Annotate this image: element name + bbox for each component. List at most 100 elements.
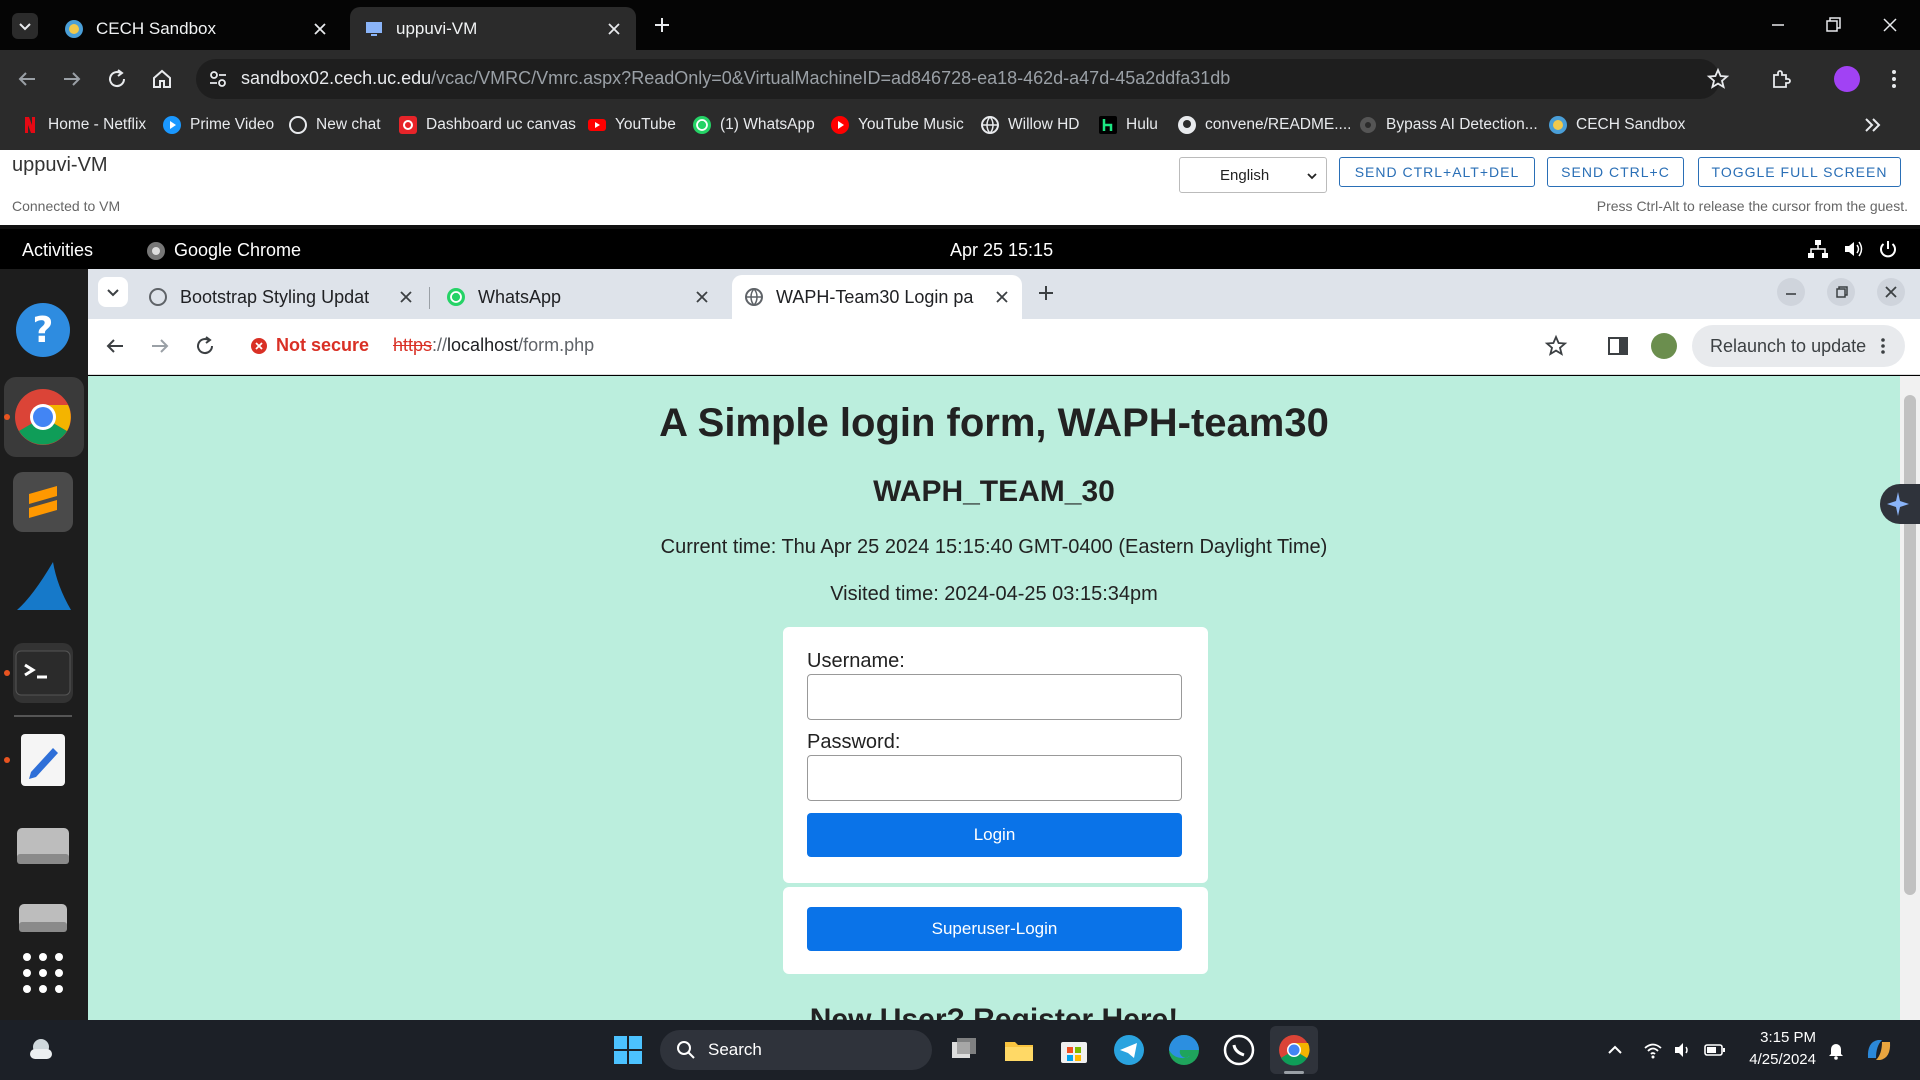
bookmark-github-convene[interactable]: convene/README.... <box>1177 113 1351 137</box>
close-icon[interactable] <box>606 21 622 37</box>
inner-minimize-button[interactable] <box>1777 278 1805 306</box>
home-icon[interactable] <box>150 67 174 91</box>
inner-tab-login[interactable]: WAPH-Team30 Login pa <box>732 275 1022 319</box>
windows-start-icon[interactable] <box>612 1034 644 1066</box>
new-tab-plus-icon[interactable] <box>1036 283 1056 303</box>
ubuntu-clock[interactable]: Apr 25 15:15 <box>950 240 1053 261</box>
close-icon[interactable] <box>312 21 328 37</box>
dock-text-editor[interactable] <box>13 730 73 790</box>
bookmark-new-chat[interactable]: New chat <box>288 113 381 137</box>
chatgpt-icon <box>289 116 307 134</box>
close-icon[interactable] <box>694 289 710 305</box>
microsoft-store-icon[interactable] <box>1058 1034 1090 1066</box>
bookmark-label: Hulu <box>1126 116 1158 133</box>
new-tab-plus-icon[interactable] <box>652 15 672 35</box>
app-menu[interactable]: Google Chrome <box>146 240 301 261</box>
network-icon[interactable] <box>1807 239 1829 259</box>
taskbar-time[interactable]: 3:15 PM <box>1756 1029 1816 1046</box>
inner-tab-search-button[interactable] <box>98 277 128 307</box>
taskbar-date[interactable]: 4/25/2024 <box>1736 1051 1816 1068</box>
bookmark-netflix[interactable]: Home - Netflix <box>20 113 146 137</box>
show-applications[interactable] <box>13 943 73 1003</box>
volume-icon[interactable] <box>1843 239 1865 259</box>
back-arrow-icon[interactable] <box>15 67 39 91</box>
speaker-icon[interactable] <box>1673 1040 1693 1060</box>
power-icon[interactable] <box>1878 239 1898 259</box>
outer-tab-uppuvi-vm[interactable]: uppuvi-VM <box>350 7 636 50</box>
inner-tab-bootstrap[interactable]: Bootstrap Styling Updat <box>136 275 426 319</box>
bookmark-youtube-music[interactable]: YouTube Music <box>830 113 964 137</box>
profile-avatar[interactable] <box>1834 66 1860 92</box>
wifi-icon[interactable] <box>1643 1040 1663 1060</box>
edge-icon[interactable] <box>1168 1034 1200 1066</box>
chevron-up-icon[interactable] <box>1606 1041 1624 1059</box>
inner-profile-avatar[interactable] <box>1651 333 1677 359</box>
bookmark-willow-hd[interactable]: Willow HD <box>980 113 1079 137</box>
tab-search-button[interactable] <box>12 13 38 39</box>
weather-cloud-icon[interactable] <box>26 1036 56 1064</box>
bookmark-hulu[interactable]: Hulu <box>1098 113 1158 137</box>
dock-drive[interactable] <box>13 816 73 876</box>
scrollbar-thumb[interactable] <box>1904 395 1916 895</box>
globe-favicon-icon <box>65 19 83 38</box>
notification-bell-icon[interactable] <box>1826 1040 1846 1060</box>
task-view-icon[interactable] <box>948 1034 980 1066</box>
file-explorer-icon[interactable] <box>1003 1034 1035 1066</box>
password-input[interactable] <box>807 755 1182 801</box>
bookmark-star-icon[interactable] <box>1544 334 1568 358</box>
relaunch-label: Relaunch to update <box>1710 335 1867 356</box>
inner-tab-whatsapp[interactable]: WhatsApp <box>434 275 722 319</box>
close-icon[interactable] <box>994 289 1010 305</box>
inner-address-bar[interactable]: https://localhost/form.php <box>393 335 594 356</box>
bookmark-star-icon[interactable] <box>1706 67 1730 91</box>
extensions-puzzle-icon[interactable] <box>1769 67 1793 91</box>
search-icon <box>677 1041 695 1059</box>
outer-tab-cech-sandbox[interactable]: CECH Sandbox <box>50 7 342 50</box>
dock-wireshark[interactable] <box>13 556 73 616</box>
dock-help[interactable]: ? <box>13 300 73 360</box>
bookmark-canvas[interactable]: Dashboard uc canvas <box>398 113 576 137</box>
forward-arrow-icon[interactable] <box>60 67 84 91</box>
bookmark-bypass-ai[interactable]: Bypass AI Detection... <box>1358 113 1538 137</box>
not-secure-indicator[interactable]: Not secure <box>250 335 369 356</box>
chrome-icon[interactable] <box>1278 1034 1310 1066</box>
bookmark-prime-video[interactable]: Prime Video <box>162 113 274 137</box>
minimize-icon[interactable] <box>1768 15 1788 35</box>
site-info-icon[interactable] <box>207 68 229 90</box>
send-ctrl-alt-del-button[interactable]: SEND CTRL+ALT+DEL <box>1339 157 1535 187</box>
reload-icon[interactable] <box>193 334 217 358</box>
reload-icon[interactable] <box>105 67 129 91</box>
dock-terminal[interactable] <box>13 643 73 703</box>
bookmark-youtube[interactable]: YouTube <box>587 113 676 137</box>
toggle-full-screen-button[interactable]: TOGGLE FULL SCREEN <box>1698 157 1901 187</box>
dock-chrome[interactable] <box>13 387 73 447</box>
relaunch-to-update-button[interactable]: Relaunch to update <box>1692 325 1905 367</box>
inner-restore-button[interactable] <box>1827 278 1855 306</box>
activities-button[interactable]: Activities <box>22 240 93 261</box>
language-select[interactable]: English <box>1179 157 1327 193</box>
login-button[interactable]: Login <box>807 813 1182 857</box>
username-input[interactable] <box>807 674 1182 720</box>
forward-arrow-icon[interactable] <box>148 334 172 358</box>
chevron-double-right-icon[interactable] <box>1862 115 1884 135</box>
superuser-login-button[interactable]: Superuser-Login <box>807 907 1182 951</box>
windows-search-box[interactable]: Search <box>660 1030 932 1070</box>
chatgpt-icon <box>149 288 167 306</box>
bookmark-whatsapp[interactable]: (1) WhatsApp <box>692 113 815 137</box>
bookmark-label: Bypass AI Detection... <box>1386 116 1538 133</box>
dock-sublime-text[interactable] <box>13 472 73 532</box>
copilot-icon[interactable] <box>1864 1036 1894 1064</box>
restore-icon[interactable] <box>1823 15 1843 35</box>
inner-close-button[interactable] <box>1877 278 1905 306</box>
back-arrow-icon[interactable] <box>103 334 127 358</box>
close-window-icon[interactable] <box>1880 15 1900 35</box>
side-panel-icon[interactable] <box>1607 335 1629 357</box>
bookmark-cech-sandbox[interactable]: CECH Sandbox <box>1548 113 1685 137</box>
send-ctrl-c-button[interactable]: SEND CTRL+C <box>1547 157 1684 187</box>
telegram-icon[interactable] <box>1113 1034 1145 1066</box>
whatsapp-icon[interactable] <box>1223 1034 1255 1066</box>
battery-icon[interactable] <box>1703 1040 1727 1060</box>
ai-sparkle-button[interactable] <box>1880 484 1920 524</box>
more-vertical-icon[interactable] <box>1882 67 1906 91</box>
close-icon[interactable] <box>398 289 414 305</box>
